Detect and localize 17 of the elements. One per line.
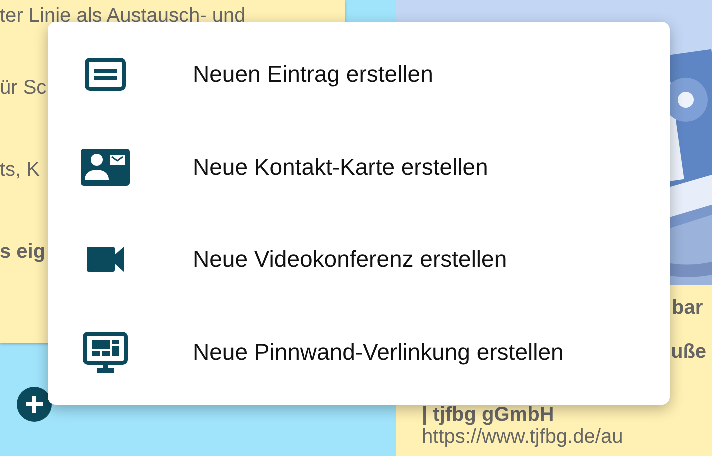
menu-item[interactable]: Neue Kontakt-Karte erstellen	[48, 127, 670, 208]
note-text: bar	[672, 296, 704, 321]
menu-item[interactable]: Neuen Eintrag erstellen	[48, 34, 670, 114]
note-text: ts, K	[0, 158, 40, 183]
menu-item[interactable]: Neue Pinnwand-Verlinkung erstellen	[48, 312, 670, 393]
note-text: ür Sc	[0, 76, 47, 101]
monitor-icon	[82, 332, 128, 374]
note-text: uße	[671, 340, 707, 365]
note-icon	[84, 58, 126, 91]
menu-item[interactable]: Neue Videokonferenz erstellen	[48, 220, 670, 300]
add-icon[interactable]	[17, 387, 52, 422]
video-camera-icon	[86, 247, 124, 272]
note-text: | tjfbg gGmbH	[422, 403, 554, 428]
note-text: https://www.tjfbg.de/au	[422, 426, 624, 450]
note-text: s eig	[0, 240, 46, 265]
note-text: ter Linie als Austausch- und	[0, 4, 246, 29]
contact-card-icon	[80, 148, 130, 186]
